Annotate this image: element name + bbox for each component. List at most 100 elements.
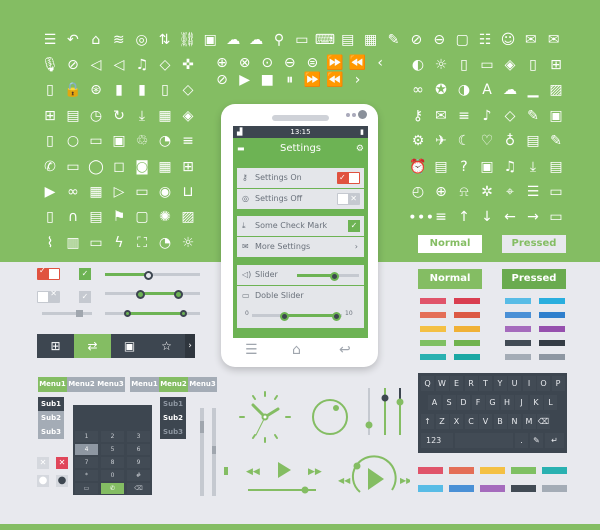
space-key[interactable] [455, 433, 513, 448]
key-U[interactable]: U [508, 376, 521, 391]
key-N[interactable]: N [508, 414, 521, 429]
dial-key[interactable]: 5 [101, 444, 124, 455]
key-123[interactable]: 123 [421, 433, 453, 448]
settings-on-row[interactable]: ⚷ Settings On ✓ [237, 168, 364, 188]
range-thumb[interactable] [124, 310, 131, 317]
menu-item-3[interactable]: Menu3 [188, 377, 217, 392]
dial-key[interactable]: 9 [127, 457, 150, 468]
dial-key[interactable]: 1 [75, 431, 98, 442]
pressed-button-light[interactable]: Pressed [502, 235, 566, 253]
key-V[interactable]: V [479, 414, 492, 429]
range-thumb-low[interactable] [279, 312, 289, 321]
submenu-item-3[interactable]: Sub3 [160, 425, 186, 439]
more-settings-row[interactable]: ✉ More Settings › [237, 237, 364, 257]
submenu-item-3[interactable]: Sub3 [38, 425, 64, 439]
key-A[interactable]: A [428, 395, 441, 410]
key-T[interactable]: T [479, 376, 492, 391]
contacts-icon[interactable]: ▣ [111, 334, 148, 358]
key-W[interactable]: W [435, 376, 449, 391]
list-icon[interactable]: ☰ [245, 342, 258, 358]
submenu-item-2[interactable]: Sub2 [38, 411, 64, 425]
swap-icon[interactable]: ⇄ [74, 334, 111, 358]
call-key[interactable]: ✆ [101, 483, 124, 494]
video-call-key[interactable]: ▭ [75, 483, 98, 494]
key-H[interactable]: H [500, 395, 514, 410]
scrollbar-thumb-active[interactable] [224, 467, 228, 475]
toggle-off[interactable]: ✕ [37, 289, 60, 303]
menu-item-3[interactable]: Menu3 [96, 377, 125, 392]
key-P[interactable]: P [551, 376, 565, 391]
key-Y[interactable]: Y [493, 376, 507, 391]
key-X[interactable]: X [450, 414, 463, 429]
key-S[interactable]: S [442, 395, 456, 410]
key-D[interactable]: D [457, 395, 470, 410]
chevron-right-icon[interactable]: › [185, 334, 195, 358]
scrollbar-vertical[interactable] [212, 408, 216, 496]
check-mark-row[interactable]: ⤓ Some Check Mark ✓ [237, 216, 364, 236]
key-O[interactable]: O [537, 376, 550, 391]
radio-empty[interactable]: ● [37, 475, 49, 487]
dial-key[interactable]: 7 [75, 457, 98, 468]
key-↵[interactable]: ↵ [545, 433, 564, 448]
key-J[interactable]: J [515, 395, 528, 410]
key-C[interactable]: C [464, 414, 478, 429]
key-M[interactable]: M [522, 414, 536, 429]
key-R[interactable]: R [464, 376, 478, 391]
menu-icon[interactable]: ▬ [237, 138, 245, 160]
key-I[interactable]: I [522, 376, 536, 391]
slider-thumb[interactable] [330, 272, 340, 281]
key-⌫[interactable]: ⌫ [537, 414, 550, 429]
star-icon[interactable]: ☆ [148, 334, 185, 358]
key-F[interactable]: F [471, 395, 485, 410]
back-icon[interactable]: ↩ [339, 342, 351, 358]
checkbox-disabled[interactable]: ✓ [79, 291, 91, 303]
key-Z[interactable]: Z [435, 414, 449, 429]
settings-off-row[interactable]: ◎ Settings Off ✕ [237, 189, 364, 209]
key-.[interactable]: . [515, 433, 528, 448]
dial-key[interactable]: 3 [127, 431, 150, 442]
key-B[interactable]: B [493, 414, 507, 429]
toggle-on[interactable]: ✓ [37, 266, 60, 280]
range-thumb[interactable] [174, 290, 183, 299]
dial-key[interactable]: 6 [127, 444, 150, 455]
dial-key[interactable]: * [75, 470, 98, 481]
submenu-item-1[interactable]: Sub1 [160, 397, 186, 411]
toggle-on[interactable]: ✓ [337, 172, 360, 184]
backspace-key[interactable]: ⌫ [127, 483, 150, 494]
radio-selected[interactable]: ● [56, 475, 68, 487]
key-↑[interactable]: ↑ [421, 414, 434, 429]
menu-item-1[interactable]: Menu1 [130, 377, 159, 392]
menu-item-1[interactable]: Menu1 [38, 377, 67, 392]
slider-thumb[interactable] [144, 271, 153, 280]
menu-item-2[interactable]: Menu2 [159, 377, 188, 392]
normal-button-light[interactable]: Normal [418, 235, 482, 253]
normal-button-green[interactable]: Normal [418, 269, 482, 289]
home-icon[interactable]: ⌂ [292, 342, 301, 358]
scrollbar-vertical[interactable] [200, 408, 204, 496]
submenu-item-2[interactable]: Sub2 [160, 411, 186, 425]
toggle-off[interactable]: ✕ [337, 193, 360, 205]
key-K[interactable]: K [529, 395, 543, 410]
pressed-button-green[interactable]: Pressed [502, 269, 566, 289]
close-button[interactable]: ✕ [56, 457, 68, 469]
gear-icon[interactable]: ⚙ [356, 138, 364, 160]
dial-key[interactable]: 8 [101, 457, 124, 468]
dial-key[interactable]: 4 [75, 444, 98, 455]
scrollbar-horizontal[interactable] [42, 312, 92, 315]
key-G[interactable]: G [486, 395, 499, 410]
checkbox-checked[interactable]: ✓ [348, 220, 360, 232]
grid-icon[interactable]: ⊞ [37, 334, 74, 358]
checkbox-checked[interactable]: ✓ [79, 268, 91, 280]
key-✎[interactable]: ✎ [530, 433, 543, 448]
submenu-item-1[interactable]: Sub1 [38, 397, 64, 411]
dial-key[interactable]: 0 [101, 470, 124, 481]
range-thumb[interactable] [136, 290, 145, 299]
menu-item-2[interactable]: Menu2 [67, 377, 96, 392]
close-button-disabled[interactable]: ✕ [37, 457, 49, 469]
range-thumb-high[interactable] [331, 312, 341, 321]
key-E[interactable]: E [450, 376, 463, 391]
scrollbar-thumb[interactable] [76, 310, 83, 317]
key-L[interactable]: L [544, 395, 557, 410]
key-Q[interactable]: Q [421, 376, 434, 391]
dial-key[interactable]: # [127, 470, 150, 481]
